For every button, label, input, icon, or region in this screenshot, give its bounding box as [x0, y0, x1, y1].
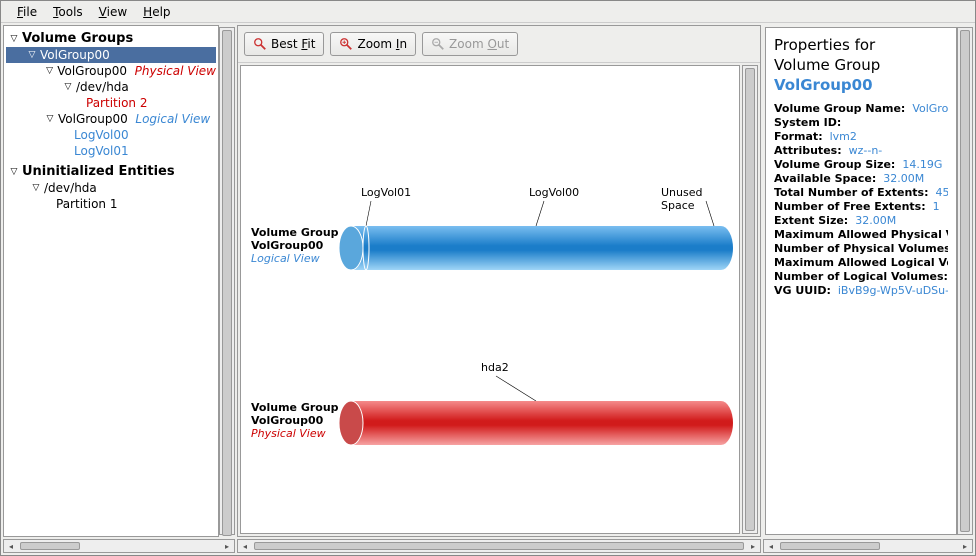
property-row: Attributes: wz--n- [774, 144, 948, 157]
property-value: wz--n- [849, 144, 883, 157]
property-label: Available Space: [774, 172, 876, 185]
tree-item-dev-hda[interactable]: ▽ /dev/hda [6, 79, 216, 95]
property-label: Number of Physical Volumes: [774, 242, 948, 255]
expander-icon[interactable]: ▽ [30, 183, 42, 193]
property-value: 14.19G [902, 158, 942, 171]
expander-icon[interactable]: ▽ [62, 82, 74, 92]
property-label: Extent Size: [774, 214, 848, 227]
menu-view[interactable]: View [91, 3, 135, 21]
properties-title: VolGroup00 [774, 76, 948, 94]
property-row: Maximum Allowed Logical Volumes: [774, 256, 948, 269]
tree-item-volgroup00[interactable]: ▽ VolGroup00 [6, 47, 216, 63]
expander-icon[interactable]: ▽ [8, 34, 20, 44]
property-row: VG UUID: iBvB9g-Wp5V-uDSu-oBDE- [774, 284, 948, 297]
tree-item-dev-hda-uninit[interactable]: ▽ /dev/hda [6, 180, 216, 196]
property-label: Total Number of Extents: [774, 186, 929, 199]
menu-help[interactable]: Help [135, 3, 178, 21]
property-value: 454 [936, 186, 948, 199]
canvas-hscrollbar[interactable]: ◂ ▸ [237, 539, 761, 553]
properties-panel: Properties for Volume Group VolGroup00 V… [763, 25, 973, 537]
properties-list: Properties for Volume Group VolGroup00 V… [765, 27, 957, 535]
property-row: Volume Group Name: VolGroup00 [774, 102, 948, 115]
cylinder-physical [336, 371, 736, 461]
zoom-fit-icon [253, 37, 267, 51]
property-label: Attributes: [774, 144, 842, 157]
zoom-out-button[interactable]: Zoom Out [422, 32, 518, 56]
expander-icon[interactable]: ▽ [44, 66, 55, 76]
properties-hscrollbar[interactable]: ◂ ▸ [763, 539, 973, 553]
property-value: 32.00M [883, 172, 924, 185]
diagram-canvas[interactable]: Volume Group VolGroup00 Logical View Log… [240, 65, 740, 534]
properties-vscrollbar[interactable] [957, 27, 973, 535]
label-logical-view: Volume Group VolGroup00 Logical View [251, 226, 339, 266]
property-label: Maximum Allowed Physical Volumes: [774, 228, 948, 241]
tree-item-logvol01[interactable]: LogVol01 [6, 143, 216, 159]
property-value: 1 [933, 200, 940, 213]
tree-vscrollbar[interactable] [219, 27, 235, 535]
property-row: Available Space: 32.00M [774, 172, 948, 185]
expander-icon[interactable]: ▽ [8, 167, 20, 177]
best-fit-button[interactable]: Best Fit [244, 32, 324, 56]
properties-header: Properties for [774, 36, 948, 54]
property-label: Volume Group Size: [774, 158, 895, 171]
label-physical-view: Volume Group VolGroup00 Physical View [251, 401, 339, 441]
property-label: VG UUID: [774, 284, 831, 297]
tree-panel: ▽ Volume Groups ▽ VolGroup00 ▽ VolGroup0… [3, 25, 219, 537]
zoom-out-icon [431, 37, 445, 51]
property-label: Format: [774, 130, 823, 143]
canvas-area: Volume Group VolGroup00 Logical View Log… [238, 63, 760, 536]
property-row: Extent Size: 32.00M [774, 214, 948, 227]
canvas-vscrollbar[interactable] [742, 65, 758, 534]
property-row: Maximum Allowed Physical Volumes: [774, 228, 948, 241]
property-value: 32.00M [855, 214, 896, 227]
property-row: Number of Free Extents: 1 [774, 200, 948, 213]
property-row: Number of Physical Volumes: 1 [774, 242, 948, 255]
property-row: Format: lvm2 [774, 130, 948, 143]
property-row: Total Number of Extents: 454 [774, 186, 948, 199]
main-content: ▽ Volume Groups ▽ VolGroup00 ▽ VolGroup0… [1, 23, 975, 539]
property-label: Maximum Allowed Logical Volumes: [774, 256, 948, 269]
menubar: File Tools View Help [1, 1, 975, 23]
tree-area: ▽ Volume Groups ▽ VolGroup00 ▽ VolGroup0… [4, 26, 218, 536]
hscroll-row: ◂ ▸ ◂ ▸ ◂ ▸ [1, 539, 975, 555]
property-row: Number of Logical Volumes: 2 [774, 270, 948, 283]
property-label: Volume Group Name: [774, 102, 905, 115]
property-value: VolGroup00 [912, 102, 948, 115]
tree-item-vg-physical[interactable]: ▽ VolGroup00 Physical View [6, 63, 216, 79]
property-row: Volume Group Size: 14.19G [774, 158, 948, 171]
property-row: System ID: [774, 116, 948, 129]
tree-heading-uninitialized[interactable]: ▽ Uninitialized Entities [6, 163, 216, 180]
tree-item-logvol00[interactable]: LogVol00 [6, 127, 216, 143]
center-panel: Best Fit Zoom In Zoom Out Volume Group V… [237, 25, 761, 537]
tree-heading-volume-groups[interactable]: ▽ Volume Groups [6, 30, 216, 47]
zoom-in-button[interactable]: Zoom In [330, 32, 416, 56]
expander-icon[interactable]: ▽ [26, 50, 38, 60]
tree-item-vg-logical[interactable]: ▽ VolGroup00 Logical View [6, 111, 216, 127]
property-label: Number of Free Extents: [774, 200, 926, 213]
zoom-in-icon [339, 37, 353, 51]
cylinder-logical [336, 196, 736, 286]
tree-item-partition1[interactable]: Partition 1 [6, 196, 216, 212]
tree-hscrollbar[interactable]: ◂ ▸ [3, 539, 235, 553]
toolbar: Best Fit Zoom In Zoom Out [238, 26, 760, 63]
property-value: lvm2 [830, 130, 857, 143]
property-label: Number of Logical Volumes: [774, 270, 948, 283]
properties-header-2: Volume Group [774, 56, 948, 74]
menu-tools[interactable]: Tools [45, 3, 91, 21]
menu-file[interactable]: File [9, 3, 45, 21]
expander-icon[interactable]: ▽ [44, 114, 56, 124]
property-label: System ID: [774, 116, 841, 129]
tree-item-partition2[interactable]: Partition 2 [6, 95, 216, 111]
property-value: iBvB9g-Wp5V-uDSu-oBDE- [838, 284, 948, 297]
